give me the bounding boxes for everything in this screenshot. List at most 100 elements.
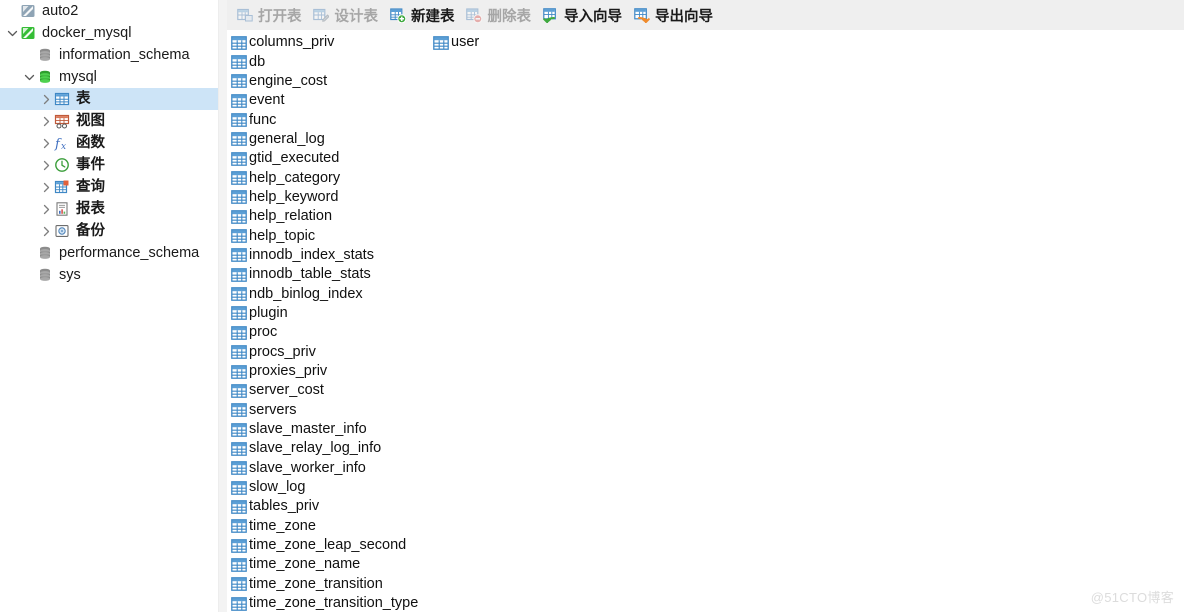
table-list-item[interactable]: server_cost (231, 381, 431, 400)
tree-item-[interactable]: 视图 (0, 110, 218, 132)
chevron-right-icon[interactable] (40, 176, 53, 198)
table-list-item[interactable]: time_zone_leap_second (231, 536, 431, 555)
sidebar-splitter[interactable] (218, 0, 227, 612)
chevron-right-icon[interactable] (40, 220, 53, 242)
table-list-item[interactable]: proxies_priv (231, 362, 431, 381)
functions-folder-icon: fx (53, 134, 71, 152)
table-list-item[interactable]: innodb_table_stats (231, 265, 431, 284)
table-list-item[interactable]: db (231, 52, 431, 71)
table-list-item[interactable]: procs_priv (231, 343, 431, 362)
queries-folder-icon (53, 178, 71, 196)
chevron-down-icon[interactable] (6, 22, 19, 44)
tree-item-auto2[interactable]: auto2 (0, 0, 218, 22)
table-list-item[interactable]: slave_master_info (231, 420, 431, 439)
tree-item-label: 查询 (76, 179, 105, 195)
export-wizard-button[interactable]: 导出向导 (630, 3, 719, 27)
table-object-list[interactable]: columns_priv db engine_cost event func genera… (227, 30, 1184, 612)
table-list-item[interactable]: help_keyword (231, 188, 431, 207)
table-list-item[interactable]: help_category (231, 168, 431, 187)
database-closed-icon (36, 244, 54, 262)
table-name-label: time_zone_leap_second (249, 537, 407, 554)
chevron-right-icon[interactable] (40, 132, 53, 154)
tables-folder-icon (53, 90, 71, 108)
table-list-item[interactable]: columns_priv (231, 33, 431, 52)
tree-item-label: mysql (59, 69, 97, 85)
table-name-label: plugin (249, 304, 288, 321)
table-list-item[interactable]: servers (231, 401, 431, 420)
table-name-label: slow_log (249, 479, 306, 496)
tree-indent-spacer (0, 110, 40, 132)
tree-item-[interactable]: 报表 (0, 198, 218, 220)
design-table-icon (312, 6, 331, 25)
table-list-item[interactable]: slave_relay_log_info (231, 439, 431, 458)
open-table-icon (235, 6, 254, 25)
table-icon (231, 228, 247, 244)
table-list-item[interactable]: slave_worker_info (231, 459, 431, 478)
table-icon (231, 54, 247, 70)
design-table-button: 设计表 (310, 3, 385, 27)
tree-indent-spacer (0, 154, 40, 176)
tree-item-performance_schema[interactable]: performance_schema (0, 242, 218, 264)
tree-item-sys[interactable]: sys (0, 264, 218, 286)
tree-indent-spacer (0, 264, 23, 286)
database-closed-icon (36, 46, 54, 64)
object-toolbar[interactable]: 打开表 设计表 新建表 删除表 导入向导 导出向导 (227, 0, 1184, 30)
table-list-item[interactable]: proc (231, 323, 431, 342)
chevron-down-icon[interactable] (23, 66, 36, 88)
table-name-label: slave_master_info (249, 421, 367, 438)
table-name-label: slave_worker_info (249, 459, 366, 476)
tree-item-label: auto2 (42, 3, 79, 19)
tree-item-[interactable]: f x 函数 (0, 132, 218, 154)
table-list-item[interactable]: plugin (231, 304, 431, 323)
table-list-item[interactable]: time_zone_transition_type (231, 594, 431, 612)
tree-item-information_schema[interactable]: information_schema (0, 44, 218, 66)
tree-item-[interactable]: 表 (0, 88, 218, 110)
tree-item-[interactable]: 事件 (0, 154, 218, 176)
table-list-item[interactable]: innodb_index_stats (231, 246, 431, 265)
tree-item-mysql[interactable]: mysql (0, 66, 218, 88)
table-list-item[interactable]: func (231, 110, 431, 129)
chevron-right-icon[interactable] (40, 198, 53, 220)
table-name-label: innodb_table_stats (249, 266, 371, 283)
table-list-item[interactable]: gtid_executed (231, 149, 431, 168)
chevron-right-icon[interactable] (40, 88, 53, 110)
table-icon (231, 325, 247, 341)
database-closed-icon (36, 266, 54, 284)
new-table-button[interactable]: 新建表 (386, 3, 461, 27)
table-icon (433, 35, 449, 51)
tree-item-label: information_schema (59, 47, 190, 63)
connection-tree-sidebar[interactable]: auto2 docker_mysql information_schemamysql… (0, 0, 218, 612)
table-list-item[interactable]: user (433, 33, 633, 52)
table-icon (231, 131, 247, 147)
import-wizard-button[interactable]: 导入向导 (539, 3, 628, 27)
table-list-item[interactable]: time_zone (231, 517, 431, 536)
table-list-item[interactable]: time_zone_transition (231, 575, 431, 594)
table-list-item[interactable]: help_topic (231, 226, 431, 245)
table-list-item[interactable]: time_zone_name (231, 555, 431, 574)
table-name-label: event (249, 92, 285, 109)
tree-item-docker_mysql[interactable]: docker_mysql (0, 22, 218, 44)
tree-item-[interactable]: 备份 (0, 220, 218, 242)
table-list-item[interactable]: tables_priv (231, 497, 431, 516)
events-folder-icon (53, 156, 71, 174)
table-name-label: help_topic (249, 227, 316, 244)
tree-item-[interactable]: 查询 (0, 176, 218, 198)
main-panel: 打开表 设计表 新建表 删除表 导入向导 导出向导 columns_priv db engin… (227, 0, 1184, 612)
new-table-icon (388, 6, 407, 25)
table-icon (231, 35, 247, 51)
tree-indent-spacer (0, 176, 40, 198)
table-icon (231, 247, 247, 263)
table-list-item[interactable]: help_relation (231, 207, 431, 226)
chevron-right-icon[interactable] (40, 110, 53, 132)
table-list-item[interactable]: engine_cost (231, 72, 431, 91)
tree-twisty-placeholder (23, 44, 36, 66)
table-icon (231, 383, 247, 399)
table-list-item[interactable]: event (231, 91, 431, 110)
table-list-item[interactable]: general_log (231, 130, 431, 149)
chevron-right-icon[interactable] (40, 154, 53, 176)
tree-item-label: 备份 (76, 223, 105, 239)
table-list-item[interactable]: slow_log (231, 478, 431, 497)
tree-indent-spacer (0, 132, 40, 154)
table-icon (231, 267, 247, 283)
table-list-item[interactable]: ndb_binlog_index (231, 284, 431, 303)
